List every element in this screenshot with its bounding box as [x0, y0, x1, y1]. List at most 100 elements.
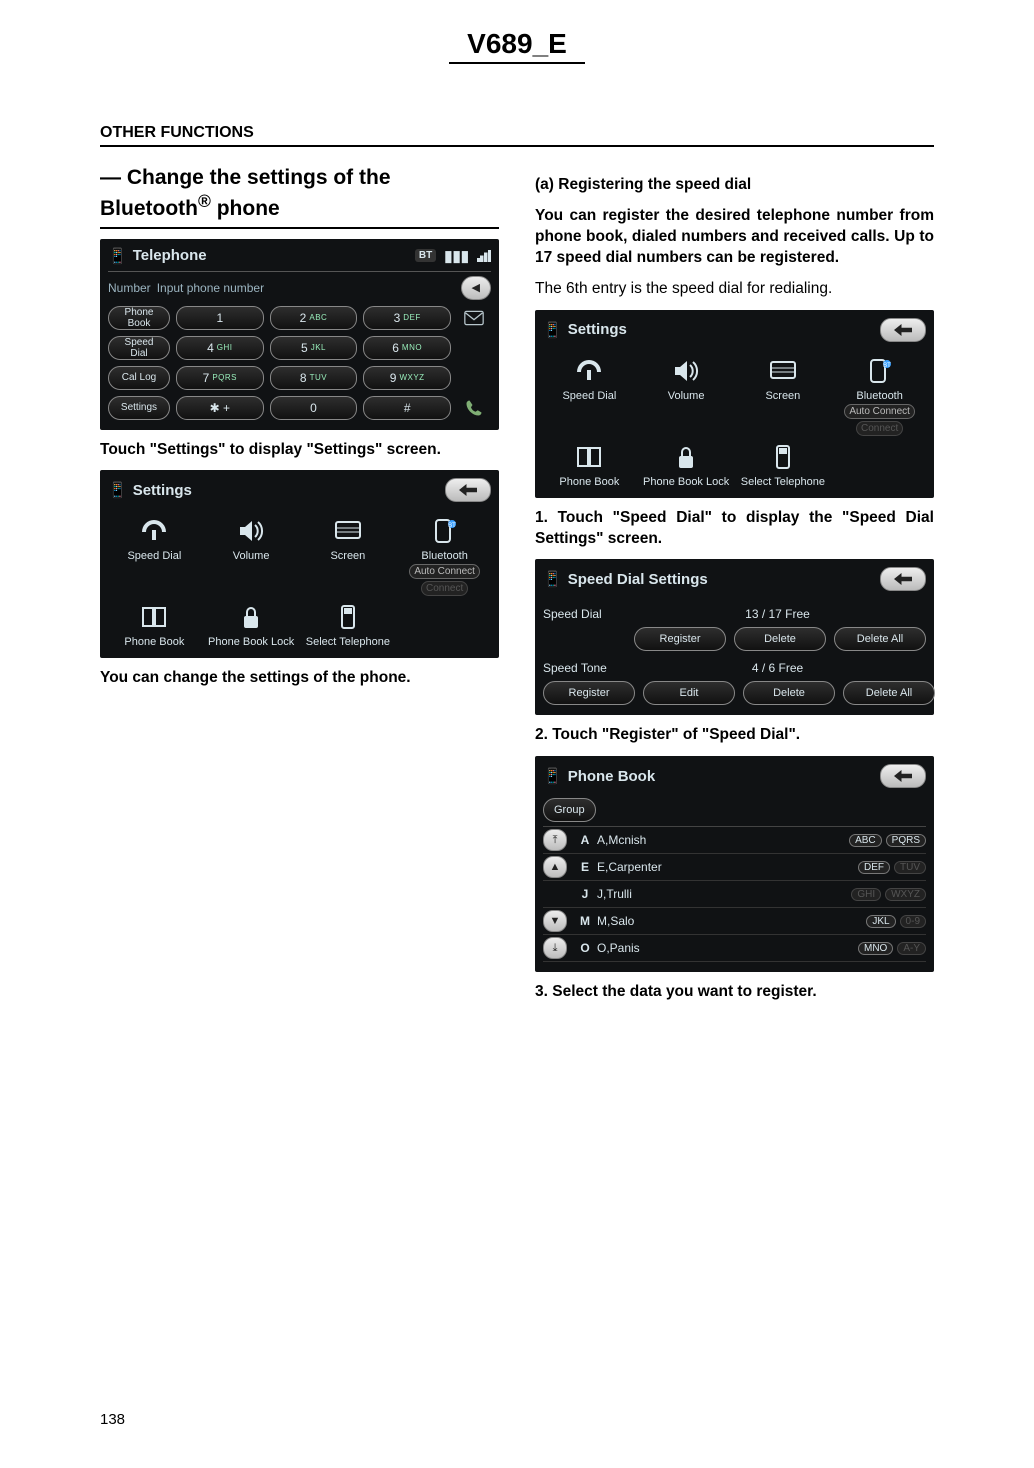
index-letter: A: [573, 833, 597, 847]
settings-cell-phone-book[interactable]: Phone Book: [108, 602, 201, 648]
contact-name: M,Salo: [597, 914, 836, 928]
settings-screenshot-left: 📱 Settings Speed DialVolumeScreenBTBluet…: [100, 470, 499, 658]
keypad-6[interactable]: 6MNO: [363, 336, 451, 360]
bt-badge: BT: [415, 249, 436, 262]
alpha-jump-PQRS[interactable]: PQRS: [886, 834, 926, 847]
sds-row-label: Speed Dial: [543, 607, 621, 621]
settings-cell-bluetooth[interactable]: BT Bluetooth Auto Connect Connect: [833, 356, 926, 436]
settings-cell-volume[interactable]: Volume: [640, 356, 733, 436]
svg-text:BT: BT: [883, 363, 891, 369]
settings-cell-screen[interactable]: Screen: [302, 516, 395, 596]
sds-row-label: Speed Tone: [543, 661, 621, 675]
settings-cell-select-telephone[interactable]: Select Telephone: [737, 442, 830, 488]
settings-cell-label: Phone Book Lock: [640, 476, 733, 488]
edit-button[interactable]: Edit: [643, 681, 735, 705]
keypad-5[interactable]: 5JKL: [270, 336, 358, 360]
settings-cell-screen[interactable]: Screen: [737, 356, 830, 436]
keypad-✱+[interactable]: ✱ +: [176, 396, 264, 420]
phone-book-row[interactable]: JJ,TrulliGHIWXYZ: [543, 881, 926, 908]
group-tab[interactable]: Group: [543, 798, 596, 822]
settings-cell-label: Speed Dial: [108, 550, 201, 562]
sds-row-meta: 13 / 17 Free: [629, 607, 926, 621]
back-button[interactable]: [880, 764, 926, 788]
scroll-button[interactable]: ⤓: [543, 937, 567, 959]
register-button[interactable]: Register: [634, 627, 726, 651]
connect-pill: Connect: [421, 581, 468, 596]
keypad-7[interactable]: 7PQRS: [176, 366, 264, 390]
alpha-jump-0-9: 0-9: [900, 915, 926, 928]
settings-cell-label: Volume: [640, 390, 733, 402]
lock-icon: [233, 602, 269, 632]
alpha-jump-ABC[interactable]: ABC: [849, 834, 882, 847]
keypad-2[interactable]: 2ABC: [270, 306, 358, 330]
sds-title: Speed Dial Settings: [568, 571, 708, 588]
keypad-8[interactable]: 8TUV: [270, 366, 358, 390]
phonebook-icon: [571, 442, 607, 472]
settings-cell-label: Screen: [737, 390, 830, 402]
scroll-button[interactable]: ⤒: [543, 829, 567, 851]
delete-all-button[interactable]: Delete All: [834, 627, 926, 651]
settings-cell-speed-dial[interactable]: Speed Dial: [543, 356, 636, 436]
side-button-speed-dial[interactable]: Speed Dial: [108, 336, 170, 360]
phone-book-row[interactable]: ⤒AA,McnishABCPQRS: [543, 827, 926, 854]
settings-cell-label: Select Telephone: [302, 636, 395, 648]
select-tel-icon: [765, 442, 801, 472]
back-button[interactable]: [880, 567, 926, 591]
settings-cell-speed-dial[interactable]: Speed Dial: [108, 516, 201, 596]
side-button-settings[interactable]: Settings: [108, 396, 170, 420]
settings-cell-phone-book-lock[interactable]: Phone Book Lock: [640, 442, 733, 488]
backspace-button[interactable]: ◀: [461, 276, 491, 300]
alpha-jump-MNO[interactable]: MNO: [858, 942, 893, 955]
scroll-button[interactable]: ▼: [543, 910, 567, 932]
select-tel-icon: [330, 602, 366, 632]
settings-cell-select-telephone[interactable]: Select Telephone: [302, 602, 395, 648]
delete-button[interactable]: Delete: [743, 681, 835, 705]
connect-pill: Connect: [856, 421, 903, 436]
alpha-jump-JKL[interactable]: JKL: [866, 915, 895, 928]
number-input[interactable]: Input phone number: [157, 281, 455, 295]
delete-all-button[interactable]: Delete All: [843, 681, 935, 705]
number-label: Number: [108, 281, 151, 295]
keypad-1[interactable]: 1: [176, 306, 264, 330]
volume-icon: [233, 516, 269, 546]
index-letter: O: [573, 941, 597, 955]
alpha-jump-A-Y: A-Y: [897, 942, 926, 955]
settings-cell-label: Phone Book Lock: [205, 636, 298, 648]
side-button-cal-log[interactable]: Cal Log: [108, 366, 170, 390]
back-button[interactable]: [880, 318, 926, 342]
settings-cell-bluetooth[interactable]: BTBluetoothAuto ConnectConnect: [398, 516, 491, 596]
phone-book-row[interactable]: ▲EE,CarpenterDEFTUV: [543, 854, 926, 881]
settings-cell-volume[interactable]: Volume: [205, 516, 298, 596]
call-icon[interactable]: [457, 399, 491, 417]
phone-book-row[interactable]: ▼MM,SaloJKL0-9: [543, 908, 926, 935]
keypad-3[interactable]: 3DEF: [363, 306, 451, 330]
contact-name: O,Panis: [597, 941, 836, 955]
alpha-jump-GHI: GHI: [851, 888, 881, 901]
keypad-#[interactable]: #: [363, 396, 451, 420]
alpha-jump-DEF[interactable]: DEF: [858, 861, 890, 874]
index-letter: E: [573, 860, 597, 874]
settings-cell-label: Bluetooth: [833, 390, 926, 402]
step-2: 2. Touch "Register" of "Speed Dial".: [535, 725, 934, 746]
contact-name: J,Trulli: [597, 887, 836, 901]
keypad-9[interactable]: 9WXYZ: [363, 366, 451, 390]
message-icon[interactable]: [457, 309, 491, 327]
page-number: 138: [100, 1411, 125, 1428]
delete-button[interactable]: Delete: [734, 627, 826, 651]
auto-connect-pill[interactable]: Auto Connect: [844, 404, 915, 419]
register-button[interactable]: Register: [543, 681, 635, 705]
bluetooth-icon: BT: [862, 356, 898, 386]
lock-icon: [668, 442, 704, 472]
settings-cell-label: Volume: [205, 550, 298, 562]
settings-cell-phone-book[interactable]: Phone Book: [543, 442, 636, 488]
auto-connect-pill[interactable]: Auto Connect: [409, 564, 480, 579]
scroll-button[interactable]: ▲: [543, 856, 567, 878]
keypad-0[interactable]: 0: [270, 396, 358, 420]
phone-book-row[interactable]: ⤓ OO,Panis MNO A-Y: [543, 935, 926, 962]
side-button-phone-book[interactable]: Phone Book: [108, 306, 170, 330]
keypad-4[interactable]: 4GHI: [176, 336, 264, 360]
settings-heading: — Change the settings of the Bluetooth® …: [100, 165, 499, 229]
settings-cell-phone-book-lock[interactable]: Phone Book Lock: [205, 602, 298, 648]
speed-dial-icon: [571, 356, 607, 386]
back-button[interactable]: [445, 478, 491, 502]
